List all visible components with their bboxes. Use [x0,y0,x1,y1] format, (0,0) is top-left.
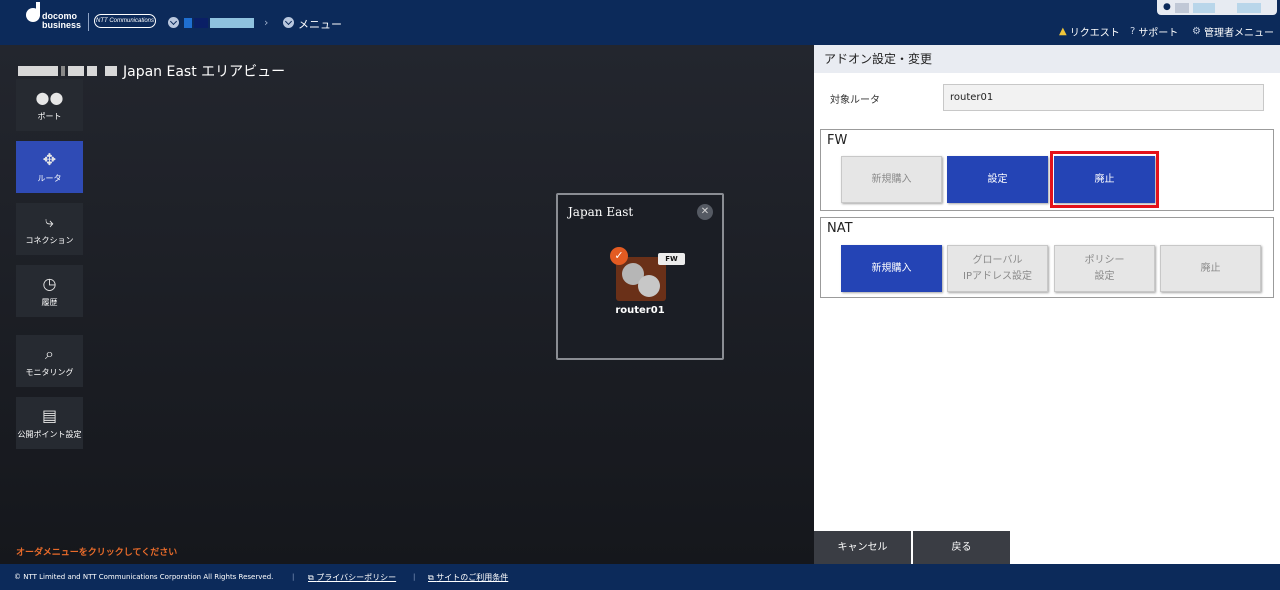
sidebar-item-monitoring[interactable]: ⌕ モニタリング [16,335,83,387]
page-footer: © NTT Limited and NTT Communications Cor… [0,564,1280,590]
nat-policy-settings-button[interactable]: ポリシー 設定 [1054,245,1155,292]
help-icon: ? [1130,26,1136,37]
copyright-text: © NTT Limited and NTT Communications Cor… [14,573,274,581]
masked-area-prefix-part [105,66,117,76]
area-title: Japan East エリアビュー [18,61,285,81]
public-point-icon: ▤ [41,406,58,425]
sidebar-item-port[interactable]: ●● ポート [16,79,83,131]
masked-area-prefix [18,66,58,76]
admin-menu-link[interactable]: ⚙ 管理者メニュー [1192,24,1274,39]
nat-discontinue-button[interactable]: 廃止 [1160,245,1261,292]
top-header: docomo business NTT Communications › メニュ… [0,0,1280,45]
terms-of-use-link[interactable]: ⧉ サイトのご利用条件 [428,572,508,583]
masked-user-name [1175,3,1189,13]
region-box-japan-east: Japan East ✕ ✓ FW router01 [556,193,724,360]
connection-icon: ⤷ [45,212,54,231]
privacy-policy-link[interactable]: ⧉ プライバシーポリシー [308,572,396,583]
sidebar-item-history[interactable]: ◷ 履歴 [16,265,83,317]
docomo-business-logo[interactable]: docomo business [42,12,81,30]
masked-area-prefix-part [61,66,65,76]
menu-chevron-icon[interactable] [283,17,294,28]
user-icon: ● [1163,2,1171,12]
bell-icon: ▲ [1059,26,1067,37]
masked-tenant-name-part [210,18,254,28]
fw-settings-button[interactable]: 設定 [947,156,1048,203]
user-account-button[interactable]: ● [1157,0,1277,15]
check-icon: ✓ [610,247,628,265]
region-title: Japan East [568,205,634,219]
sidebar-item-public-point[interactable]: ▤ 公開ポイント設定 [16,397,83,449]
close-icon[interactable]: ✕ [697,204,713,220]
logo-divider [88,13,89,31]
masked-tenant-name-part [194,18,208,28]
sidebar-item-router[interactable]: ✥ ルータ [16,141,83,193]
port-icon: ●● [35,88,64,107]
ntt-communications-logo: NTT Communications [94,14,156,28]
highlight-box [1050,151,1159,208]
target-router-label: 対象ルータ [830,95,880,106]
breadcrumb-separator-icon: › [264,16,269,29]
fw-new-purchase-button[interactable]: 新規購入 [841,156,942,203]
router-circle-icon [638,275,660,297]
fw-section: FW 新規購入 設定 廃止 [820,129,1274,211]
nat-new-purchase-button[interactable]: 新規購入 [841,245,942,292]
back-button[interactable]: 戻る [913,531,1010,564]
footer-divider: | [292,573,295,581]
sidebar-item-connection[interactable]: ⤷ コネクション [16,203,83,255]
nat-section: NAT 新規購入 グローバル IPアドレス設定 ポリシー 設定 廃止 [820,217,1274,298]
nat-global-ip-settings-button[interactable]: グローバル IPアドレス設定 [947,245,1048,292]
addon-settings-panel: アドオン設定・変更 対象ルータ router01 FW 新規購入 設定 廃止 N… [814,45,1280,564]
router-name-label: router01 [615,305,665,316]
area-view-canvas: Japan East エリアビュー ●● ポート ✥ ルータ ⤷ コネクション … [0,45,814,564]
cancel-button[interactable]: キャンセル [814,531,911,564]
router-icon: ✥ [42,150,57,169]
gear-icon: ⚙ [1192,26,1201,37]
target-router-field: router01 [943,84,1264,111]
masked-user-name-part [1193,3,1215,13]
fw-section-title: FW [827,133,848,148]
history-icon: ◷ [42,274,57,293]
masked-tenant-name [184,18,192,28]
footer-divider: | [413,573,416,581]
chevron-down-icon[interactable] [168,17,179,28]
masked-area-prefix-part [87,66,97,76]
masked-user-name-part [1237,3,1261,13]
masked-area-prefix-part [68,66,84,76]
support-link[interactable]: ? サポート [1130,24,1178,39]
docomo-logo-icon [26,2,40,22]
monitoring-icon: ⌕ [45,344,54,363]
order-menu-hint: オーダメニューをクリックしてください [16,548,178,558]
request-link[interactable]: ▲ リクエスト [1059,24,1120,39]
menu-link[interactable]: メニュー [298,16,342,32]
fw-badge: FW [658,253,685,265]
nat-section-title: NAT [827,221,853,236]
panel-title: アドオン設定・変更 [814,45,1280,73]
